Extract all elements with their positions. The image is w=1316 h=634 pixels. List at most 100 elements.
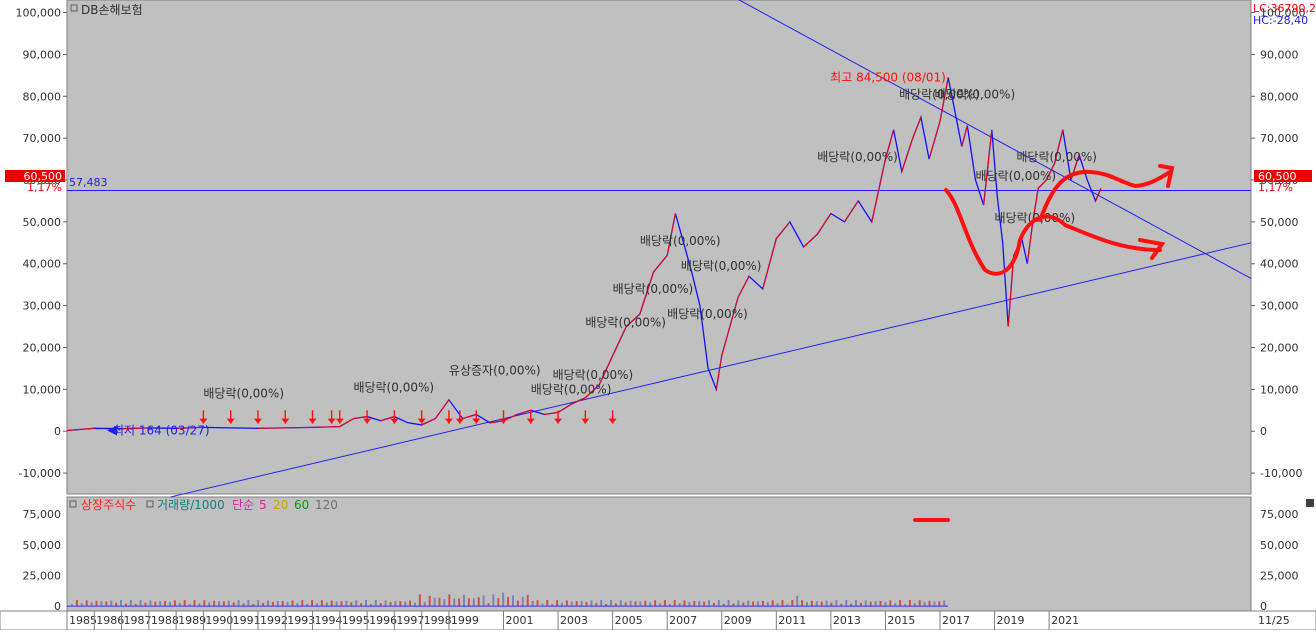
volume-bar (443, 599, 445, 606)
x-tick-label: 1985 (69, 614, 97, 627)
dividend-annotation: 유상증자(0,00%) (449, 364, 541, 378)
volume-bar (468, 598, 470, 606)
y-tick-label-right: 10,000 (1260, 383, 1299, 396)
volume-bar (326, 602, 328, 606)
volume-tick-label-right: 25,000 (1260, 569, 1299, 582)
volume-bar (267, 600, 269, 606)
volume-bar (130, 600, 132, 606)
volume-bar (693, 601, 695, 606)
volume-bar (311, 600, 313, 606)
volume-tick-label-left: 50,000 (23, 539, 62, 552)
y-tick-label-left: 100,000 (16, 7, 62, 20)
legend-ma5: 5 (259, 498, 267, 512)
close-volume-pane-icon[interactable] (1306, 499, 1314, 507)
volume-bar (546, 600, 548, 606)
volume-tick-label-right: 50,000 (1260, 539, 1299, 552)
x-tick-label: 1998 (424, 614, 452, 627)
volume-bar (884, 602, 886, 606)
volume-bar (556, 600, 558, 606)
volume-bar (448, 594, 450, 606)
dividend-annotation: 배당락(0,00%) (531, 383, 612, 397)
volume-bar (796, 596, 798, 606)
dividend-annotation: 배당락(0,00%) (935, 87, 1016, 101)
volume-bar (213, 601, 215, 606)
y-tick-label-right: 80,000 (1260, 90, 1299, 103)
volume-bar (635, 601, 637, 606)
dividend-annotation: 배당락(0,00%) (353, 380, 434, 394)
x-tick-label: 1993 (287, 614, 315, 627)
volume-bar (184, 600, 186, 606)
volume-bar (473, 598, 475, 606)
volume-bar (497, 598, 499, 606)
y-tick-label-left: 40,000 (23, 258, 62, 271)
volume-bar (341, 601, 343, 606)
volume-bar (762, 601, 764, 606)
legend-ma120: 120 (315, 498, 338, 512)
dividend-annotation: 배당락(0,00%) (613, 282, 694, 296)
legend-volume: 거래량/1000 (157, 498, 225, 512)
x-tick-label: 2017 (942, 614, 970, 627)
x-tick-label: 2011 (778, 614, 806, 627)
volume-bar (350, 602, 352, 606)
volume-plot-area[interactable] (67, 497, 1251, 611)
volume-bar (512, 595, 514, 606)
legend-ma20: 20 (273, 498, 288, 512)
volume-bar (625, 602, 627, 606)
volume-bar (272, 602, 274, 606)
current-pct-left: 1,17% (27, 181, 62, 194)
low-annotation: 최저 164 (03/27) (113, 424, 210, 438)
x-tick-label: 1996 (369, 614, 397, 627)
volume-bar (517, 601, 519, 606)
dividend-annotation: 배당락(0,00%) (667, 307, 748, 321)
volume-bar (600, 600, 602, 606)
volume-bar (223, 601, 225, 606)
volume-bar (737, 600, 739, 606)
volume-bar (571, 602, 573, 606)
legend-simple: 단순 (232, 498, 254, 512)
volume-bar (247, 600, 249, 606)
y-tick-label-left: 30,000 (23, 300, 62, 313)
x-tick-label: 2019 (997, 614, 1025, 627)
volume-bar (855, 600, 857, 606)
volume-bar (257, 600, 259, 606)
volume-bar (522, 597, 524, 606)
volume-bar (492, 594, 494, 606)
volume-bar (865, 601, 867, 607)
volume-bar (532, 601, 534, 606)
y-tick-label-right: 40,000 (1260, 258, 1299, 271)
volume-bar (933, 601, 935, 606)
volume-bar (875, 601, 877, 606)
volume-bar (218, 601, 220, 606)
volume-bar (105, 602, 107, 606)
volume-bar (831, 603, 833, 606)
volume-bar (86, 600, 88, 606)
volume-bar (169, 602, 171, 606)
volume-bar (576, 601, 578, 606)
volume-bar (282, 601, 284, 606)
y-tick-label-left: 80,000 (23, 90, 62, 103)
volume-tick-label-left: 0 (54, 600, 61, 613)
hline-label: 57,483 (69, 176, 108, 189)
x-tick-label: 2001 (505, 614, 533, 627)
y-tick-label-left: 0 (54, 425, 61, 438)
volume-bar (782, 600, 784, 606)
y-tick-label-right: 20,000 (1260, 341, 1299, 354)
volume-bar (149, 600, 151, 606)
volume-bar (816, 601, 818, 606)
volume-bar (590, 600, 592, 606)
x-tick-label: 1989 (178, 614, 206, 627)
volume-bar (228, 601, 230, 606)
volume-bar (674, 600, 676, 606)
dividend-annotation: 배당락(0,00%) (585, 316, 666, 330)
x-tick-label: 1990 (205, 614, 233, 627)
volume-bar (203, 600, 205, 606)
volume-bar (664, 600, 666, 606)
volume-bar (159, 601, 161, 606)
stock-chart[interactable]: 최고 84,500 (08/01)최저 164 (03/27)배당락(0,00%… (0, 0, 1316, 630)
volume-bar (718, 600, 720, 606)
volume-bar (419, 594, 421, 606)
volume-tick-label-left: 75,000 (23, 508, 62, 521)
volume-bar (100, 601, 102, 606)
volume-bar (145, 603, 147, 606)
volume-bar (943, 601, 945, 606)
